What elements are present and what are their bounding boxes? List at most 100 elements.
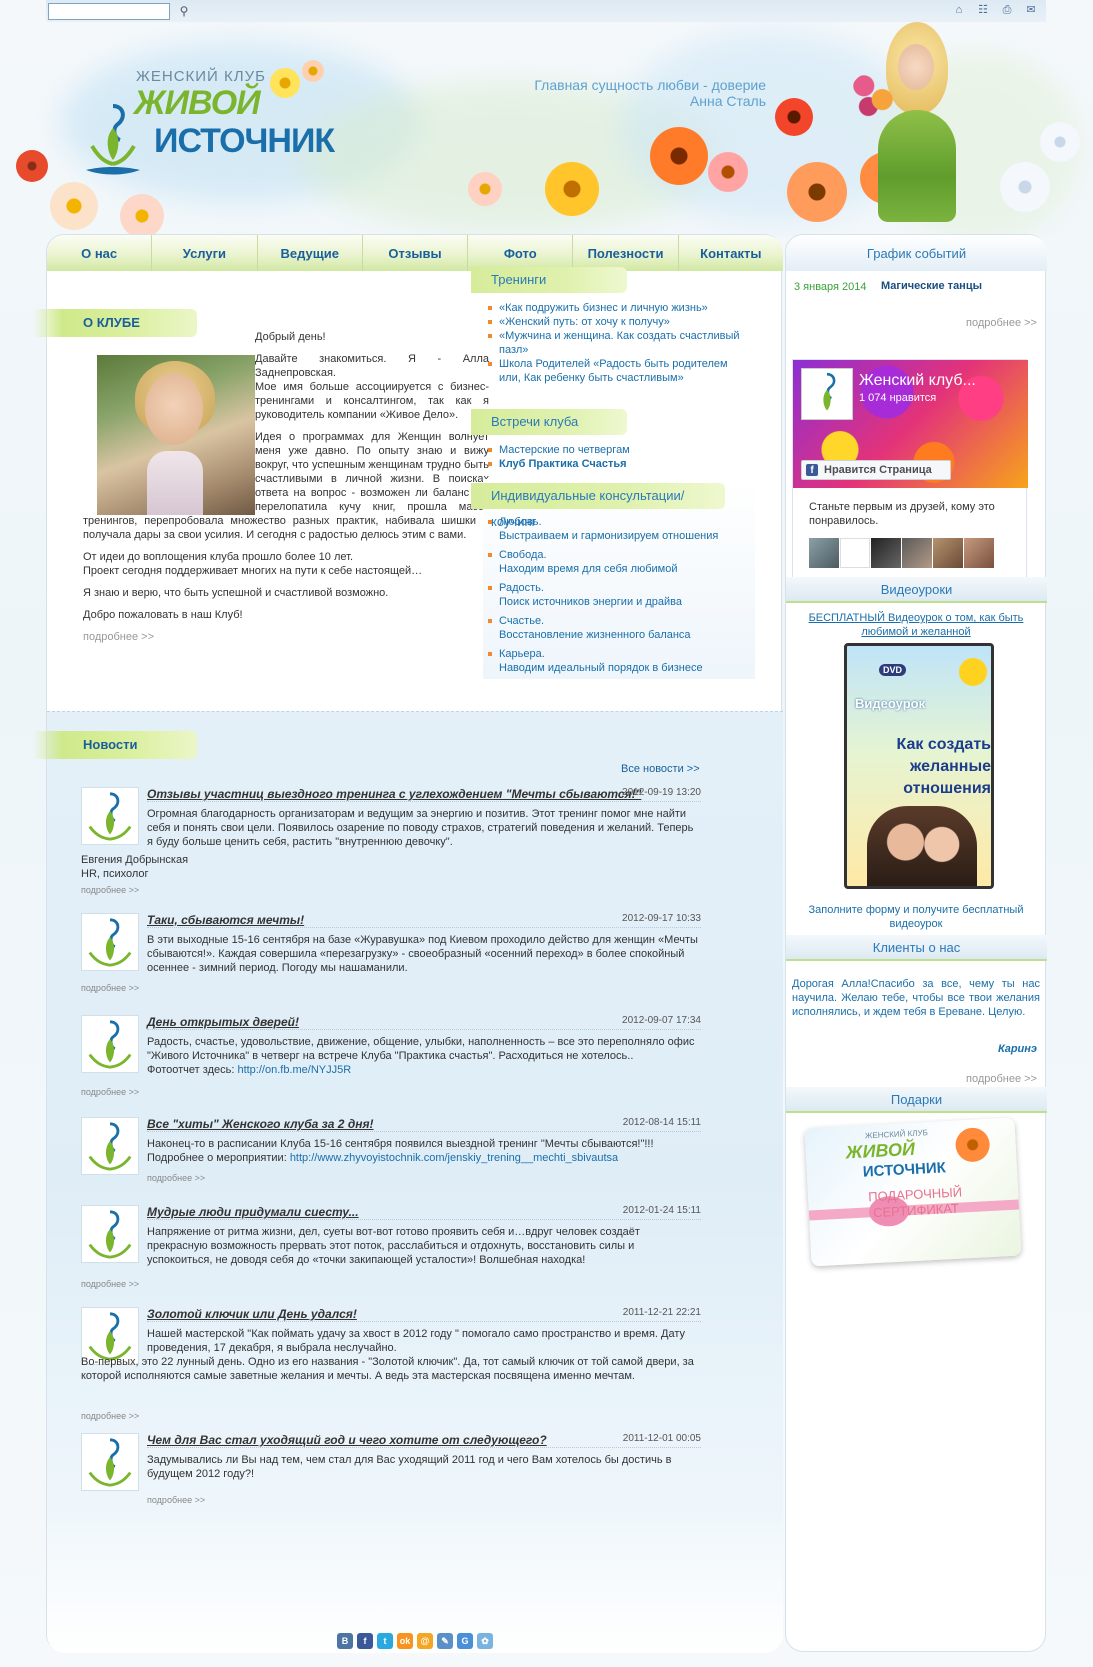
list-item[interactable]: «Как подружить бизнес и личную жизнь» [488,301,749,315]
main-content: О нас Услуги Ведущие Отзывы Фото Полезно… [33,234,783,1653]
avatar[interactable] [933,538,963,568]
news-date: 2012-01-24 15:11 [622,1205,701,1216]
facebook-icon[interactable]: f [357,1633,373,1649]
odnoklassniki-icon[interactable]: ok [397,1633,413,1649]
list-item[interactable]: «Женский путь: от хочу к получу» [488,315,749,329]
news-title[interactable]: Чем для Вас стал уходящий год и чего хот… [147,1433,547,1447]
avatar[interactable] [809,538,839,568]
avatar[interactable] [871,538,901,568]
about-p6: Я знаю и верю, что быть успешной и счаст… [83,587,389,599]
news-more-link[interactable]: подробнее >> [81,1087,139,1097]
news-title[interactable]: Таки, сбываются мечты! [147,913,304,927]
news-title[interactable]: День открытых дверей! [147,1015,299,1029]
news-link[interactable]: http://www.zhyvoyistochnik.com/jenskiy_t… [290,1152,618,1164]
vk-icon[interactable]: В [337,1633,353,1649]
news-thumbnail[interactable] [81,913,139,971]
home-icon[interactable]: ⌂ [952,3,966,17]
nav-item-useful[interactable]: Полезности [573,235,679,271]
share-more-icon[interactable]: ✿ [477,1633,493,1649]
video-promo-link[interactable]: БЕСПЛАТНЫЙ Видеоурок о том, как быть люб… [806,611,1026,639]
news-title[interactable]: Золотой ключик или День удался! [147,1307,357,1321]
nav-item-contacts[interactable]: Контакты [679,235,783,271]
all-news-link[interactable]: Все новости >> [621,763,700,775]
nav-item-reviews[interactable]: Отзывы [363,235,469,271]
event-title[interactable]: Магические танцы [881,280,982,292]
news-more-link[interactable]: подробнее >> [147,1173,205,1183]
news-title[interactable]: Отзывы участниц выездного тренинга с угл… [147,787,641,801]
list-item[interactable]: Радость. Поиск источников энергии и драй… [488,581,739,609]
dvd-title: Как создать желанные отношения [896,736,991,797]
news-body: Наконец-то в расписании Клуба 15-16 сент… [147,1138,654,1150]
clients-more-link[interactable]: подробнее >> [966,1073,1037,1085]
site-logo[interactable]: ЖЕНСКИЙ КЛУБ ЖИВОЙ ИСТОЧНИК [84,68,335,178]
news-more-link[interactable]: подробнее >> [147,1495,205,1505]
news-thumbnail[interactable] [81,1205,139,1263]
list-item[interactable]: «Мужчина и женщина. Как создать счастлив… [488,329,749,357]
news-thumbnail[interactable] [81,787,139,845]
facebook-page-name[interactable]: Женский клуб... [859,372,976,390]
consult-title: Радость. [499,582,544,594]
news-link[interactable]: http://on.fb.me/NYJJ5R [237,1064,351,1076]
list-item[interactable]: Любовь. Выстраиваем и гармонизируем отно… [488,515,739,543]
logo-fountain-icon [88,1210,132,1259]
news-title[interactable]: Все "хиты" Женского клуба за 2 дня! [147,1117,374,1131]
list-item[interactable]: Свобода. Находим время для себя любимой [488,548,739,576]
header-quote: Главная сущность любви - доверие Анна Ст… [500,77,766,109]
news-more-link[interactable]: подробнее >> [81,1411,139,1421]
list-item[interactable]: Карьера. Наводим идеальный порядок в биз… [488,647,739,675]
news-thumbnail[interactable] [81,1117,139,1175]
nav-item-hosts[interactable]: Ведущие [258,235,363,271]
nav-item-services[interactable]: Услуги [152,235,258,271]
consult-subtitle: Восстановление жизненного баланса [499,629,691,641]
about-more-link[interactable]: подробнее >> [83,631,154,643]
clients-heading: Клиенты о нас [786,935,1047,961]
facebook-cover: Женский клуб... 1 074 нравится f Нравитс… [793,360,1028,488]
twitter-icon[interactable]: t [377,1633,393,1649]
news-more-link[interactable]: подробнее >> [81,885,139,895]
news-more-link[interactable]: подробнее >> [81,983,139,993]
list-item[interactable]: Счастье. Восстановление жизненного балан… [488,614,739,642]
facebook-icon: f [806,464,818,476]
news-body: Огромная благодарность организаторам и в… [147,808,694,848]
consult-subtitle: Выстраиваем и гармонизируем отношения [499,530,719,542]
consult-title: Любовь. [499,516,542,528]
news-title[interactable]: Мудрые люди придумали сиесту... [147,1205,359,1219]
news-date: 2012-09-17 10:33 [622,913,701,924]
news-thumbnail[interactable] [81,1433,139,1491]
logo-fountain-icon [88,1122,132,1171]
search-icon[interactable]: ⚲ [176,3,192,19]
nav-item-photo[interactable]: Фото [468,235,574,271]
gift-certificate[interactable]: ЖЕНСКИЙ КЛУБ ЖИВОЙ ИСТОЧНИК ПОДАРОЧНЫЙ С… [804,1117,1022,1267]
avatar[interactable] [902,538,932,568]
news-item: Чем для Вас стал уходящий год и чего хот… [81,1433,701,1505]
news-thumbnail[interactable] [81,1015,139,1073]
mail-icon[interactable]: ✉ [1024,3,1038,17]
news-body: Радость, счастье, удовольствие, движение… [147,1036,695,1062]
facebook-page-logo[interactable] [801,368,853,420]
livejournal-icon[interactable]: ✎ [437,1633,453,1649]
gifts-heading: Подарки [786,1087,1047,1113]
search-input[interactable] [48,3,170,20]
news-more-link[interactable]: подробнее >> [81,1279,139,1289]
nav-item-about[interactable]: О нас [47,235,153,271]
flower-decoration [787,162,847,222]
logo-fountain-icon [88,1020,132,1069]
mailru-icon[interactable]: @ [417,1633,433,1649]
print-icon[interactable]: ⎙ [1000,3,1014,17]
dvd-cover[interactable]: DVD Видеоурок Как создать желанные отнош… [844,643,994,889]
logo-line-1: ЖИВОЙ [134,84,261,122]
video-cta-link[interactable]: Заполните форму и получите бесплатный ви… [806,903,1026,931]
avatar[interactable] [840,538,870,568]
sitemap-icon[interactable]: ☷ [976,3,990,17]
facebook-like-button[interactable]: f Нравится Страница [801,460,951,480]
list-item[interactable]: Клуб Практика Счастья [488,457,749,471]
list-item[interactable]: Школа Родителей «Радость быть родителем … [488,357,749,385]
google-icon[interactable]: G [457,1633,473,1649]
list-item[interactable]: Мастерские по четвергам [488,443,749,457]
events-more-link[interactable]: подробнее >> [966,317,1037,329]
logo-fountain-icon [88,918,132,967]
facebook-friends-text: Станьте первым из друзей, кому это понра… [809,501,995,527]
avatar[interactable] [964,538,994,568]
woman-illustration [850,22,970,222]
flower-decoration [50,182,98,230]
